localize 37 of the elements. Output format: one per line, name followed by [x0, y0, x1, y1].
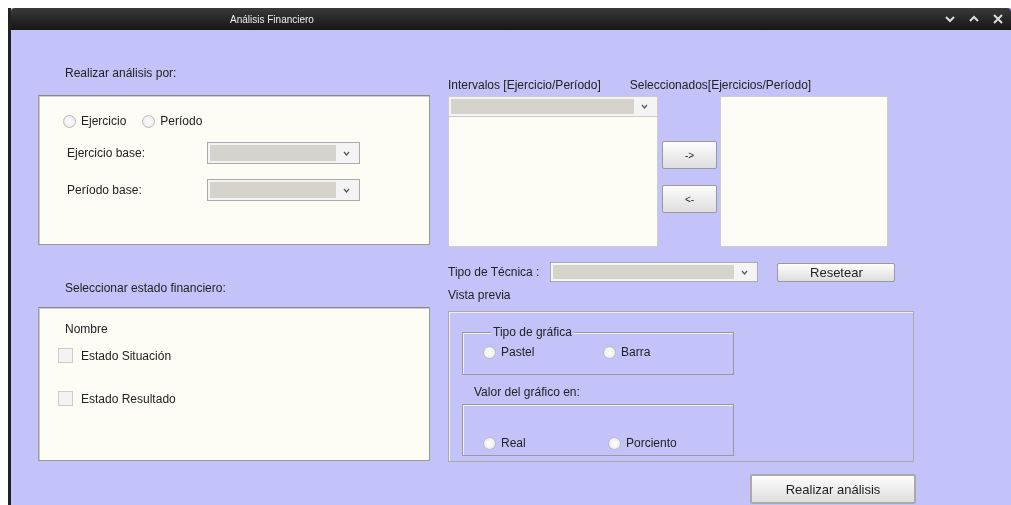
checkbox-item[interactable]: Estado Resultado [58, 391, 429, 406]
dropdown[interactable] [449, 97, 657, 117]
list-label: Intervalos [Ejercicio/Período] [448, 78, 601, 94]
radio-option[interactable]: Período [142, 114, 203, 128]
column-header: Nombre [65, 322, 109, 336]
minimize-icon[interactable] [945, 15, 955, 23]
field-label: Tipo de Técnica : [448, 265, 540, 279]
radio-option[interactable]: Real [483, 436, 608, 450]
maximize-icon[interactable] [969, 15, 979, 23]
field-label: Período base: [67, 183, 143, 197]
window-title: Análisis Financiero [230, 13, 314, 25]
dropdown[interactable] [207, 179, 360, 201]
checkbox-item[interactable]: Estado Situación [58, 348, 429, 363]
radio-option[interactable]: Ejercicio [63, 114, 127, 128]
caret-icon [343, 187, 350, 193]
radio-option[interactable]: Barra [603, 345, 723, 359]
run-analysis-button[interactable]: Realizar análisis [750, 474, 916, 504]
group-label: Tipo de gráfica [491, 325, 574, 339]
field-label: Ejercicio base: [67, 146, 147, 160]
close-icon[interactable] [993, 14, 1003, 24]
radio-option[interactable]: Pastel [483, 345, 603, 359]
dropdown[interactable] [550, 262, 759, 282]
list-label: Seleccionados[Ejercicios/Período] [629, 78, 812, 94]
radio-option[interactable]: Porciento [608, 436, 733, 450]
section-label: Seleccionar estado financiero: [65, 281, 227, 297]
section-label: Vista previa [448, 288, 512, 304]
dropdown[interactable] [207, 142, 360, 164]
section-label: Realizar análisis por: [65, 66, 178, 82]
move-button[interactable]: <- [662, 185, 717, 213]
intervals-list[interactable] [448, 96, 658, 247]
caret-icon [343, 150, 350, 156]
move-button[interactable]: -> [662, 141, 717, 169]
selected-list[interactable] [720, 96, 888, 247]
reset-button[interactable]: Resetear [777, 262, 896, 282]
caret-icon [741, 269, 749, 275]
group-label: Valor del gráfico en: [474, 385, 581, 399]
caret-icon [641, 104, 648, 109]
